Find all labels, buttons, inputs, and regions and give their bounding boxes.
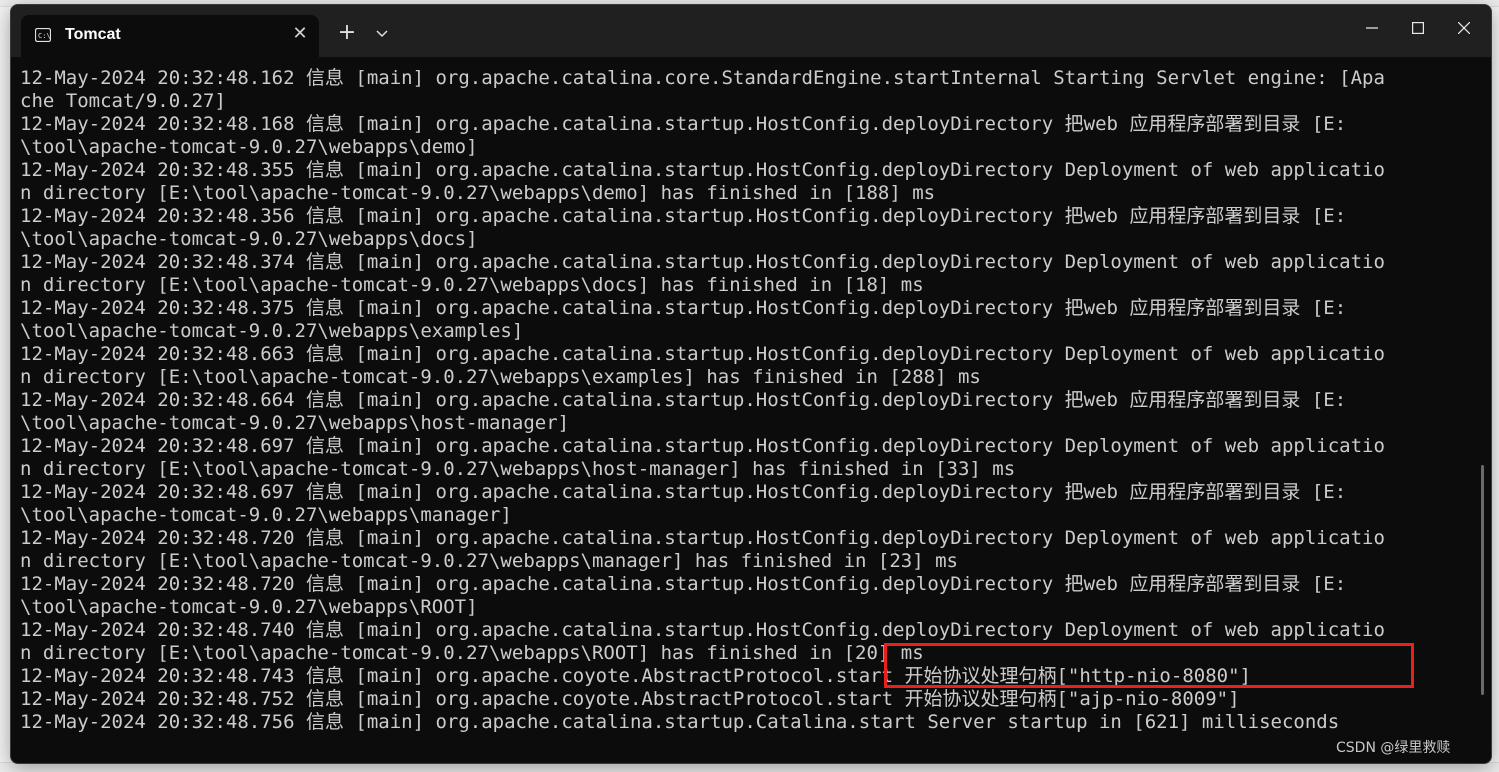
chevron-down-icon[interactable] — [367, 19, 397, 49]
maximize-button[interactable] — [1395, 11, 1441, 47]
log-line: 12-May-2024 20:32:48.752 信息 [main] org.a… — [20, 688, 1240, 710]
log-line: n directory [E:\tool\apache-tomcat-9.0.2… — [20, 458, 1016, 480]
log-line: 12-May-2024 20:32:48.355 信息 [main] org.a… — [20, 159, 1385, 181]
terminal-icon: C:\ — [34, 27, 52, 43]
watermark-label: CSDN @绿里救赎 — [1336, 740, 1451, 756]
log-line: 12-May-2024 20:32:48.375 信息 [main] org.a… — [20, 297, 1347, 319]
log-line: n directory [E:\tool\apache-tomcat-9.0.2… — [20, 182, 936, 204]
log-line: n directory [E:\tool\apache-tomcat-9.0.2… — [20, 642, 924, 664]
log-line: 12-May-2024 20:32:48.664 信息 [main] org.a… — [20, 389, 1347, 411]
log-line: n directory [E:\tool\apache-tomcat-9.0.2… — [20, 550, 958, 572]
new-tab-button[interactable]: + — [331, 19, 363, 49]
log-line: \tool\apache-tomcat-9.0.27\webapps\demo] — [20, 136, 478, 158]
log-line: \tool\apache-tomcat-9.0.27\webapps\docs] — [20, 228, 478, 250]
log-line: 12-May-2024 20:32:48.162 信息 [main] org.a… — [20, 67, 1385, 89]
log-line: 12-May-2024 20:32:48.697 信息 [main] org.a… — [20, 435, 1385, 457]
log-line: 12-May-2024 20:32:48.374 信息 [main] org.a… — [20, 251, 1385, 273]
log-line: 12-May-2024 20:32:48.720 信息 [main] org.a… — [20, 527, 1385, 549]
vertical-scrollbar[interactable] — [1481, 465, 1484, 695]
log-line: 12-May-2024 20:32:48.697 信息 [main] org.a… — [20, 481, 1347, 503]
log-line: n directory [E:\tool\apache-tomcat-9.0.2… — [20, 366, 981, 388]
log-line: n directory [E:\tool\apache-tomcat-9.0.2… — [20, 274, 924, 296]
title-bar[interactable]: C:\ Tomcat ✕ + — [11, 5, 1491, 57]
log-line: che Tomcat/9.0.27] — [20, 90, 226, 112]
log-line: 12-May-2024 20:32:48.356 信息 [main] org.a… — [20, 205, 1347, 227]
log-line: 12-May-2024 20:32:48.756 信息 [main] org.a… — [20, 711, 1340, 733]
minimize-button[interactable] — [1349, 11, 1395, 47]
log-line: 12-May-2024 20:32:48.740 信息 [main] org.a… — [20, 619, 1385, 641]
log-line: 12-May-2024 20:32:48.663 信息 [main] org.a… — [20, 343, 1385, 365]
log-line: 12-May-2024 20:32:48.168 信息 [main] org.a… — [20, 113, 1347, 135]
close-window-button[interactable] — [1441, 11, 1487, 47]
close-tab-icon[interactable]: ✕ — [289, 23, 311, 45]
log-line: \tool\apache-tomcat-9.0.27\webapps\manag… — [20, 504, 512, 526]
log-line: \tool\apache-tomcat-9.0.27\webapps\host-… — [20, 412, 570, 434]
log-line: 12-May-2024 20:32:48.720 信息 [main] org.a… — [20, 573, 1347, 595]
log-line: \tool\apache-tomcat-9.0.27\webapps\ROOT] — [20, 596, 478, 618]
highlight-annotation-box — [884, 643, 1414, 688]
log-line: \tool\apache-tomcat-9.0.27\webapps\examp… — [20, 320, 524, 342]
tab-tomcat[interactable]: C:\ Tomcat ✕ — [21, 15, 319, 57]
tab-title: Tomcat — [65, 26, 121, 43]
svg-text:C:\: C:\ — [38, 32, 51, 40]
